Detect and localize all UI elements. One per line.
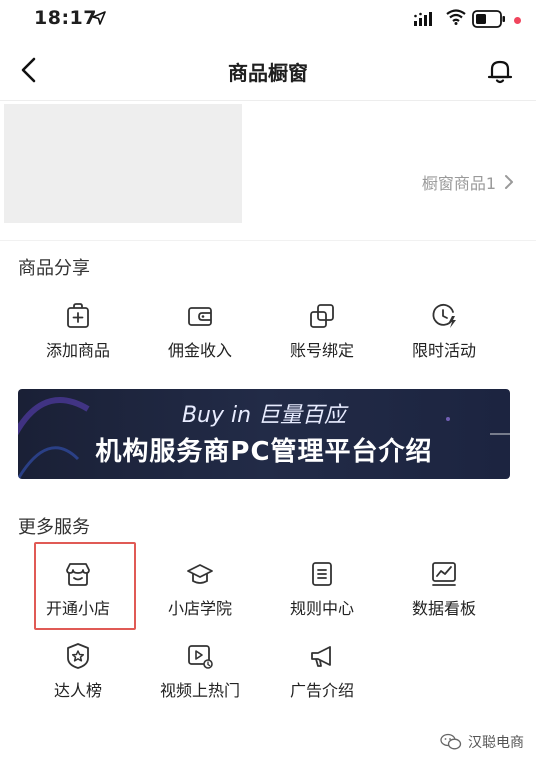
data-dashboard-label: 数据看板 bbox=[411, 599, 476, 618]
notification-button[interactable] bbox=[485, 56, 515, 86]
ad-intro-label: 广告介绍 bbox=[289, 681, 354, 700]
add-product-icon bbox=[67, 303, 89, 328]
rules-center-button[interactable]: 规则中心 bbox=[260, 560, 384, 630]
store-academy-button[interactable]: 小店学院 bbox=[138, 560, 262, 630]
page-title: 商品橱窗 bbox=[228, 61, 308, 85]
annotation-highlight-box bbox=[34, 542, 136, 630]
video-icon bbox=[188, 645, 213, 669]
influencer-rank-label: 达人榜 bbox=[53, 681, 102, 700]
location-arrow-icon bbox=[92, 11, 106, 25]
chevron-right-icon bbox=[505, 175, 513, 189]
limited-time-activity-label: 限时活动 bbox=[411, 341, 476, 360]
wechat-icon bbox=[440, 733, 462, 750]
banner-title: 机构服务商PC管理平台介绍 bbox=[95, 437, 433, 467]
more-services-title: 更多服务 bbox=[18, 517, 90, 538]
product-share-title: 商品分享 bbox=[18, 258, 90, 279]
ad-intro-button[interactable]: 广告介绍 bbox=[260, 642, 384, 712]
megaphone-icon bbox=[311, 646, 331, 667]
add-product-button[interactable]: 添加商品 bbox=[16, 302, 140, 372]
bell-icon bbox=[487, 60, 513, 84]
watermark-text: 汉聪电商 bbox=[468, 735, 524, 751]
commission-income-button[interactable]: 佣金收入 bbox=[138, 302, 262, 372]
notification-dot bbox=[514, 17, 521, 24]
section-divider bbox=[0, 240, 536, 241]
link-icon bbox=[310, 304, 334, 328]
clock-icon bbox=[432, 303, 456, 328]
limited-time-activity-button[interactable]: 限时活动 bbox=[382, 302, 506, 372]
status-bar: 18:17 bbox=[0, 0, 536, 40]
video-trending-button[interactable]: 视频上热门 bbox=[138, 642, 262, 712]
banner-subtitle: Buy in 巨量百应 bbox=[181, 403, 347, 428]
document-icon bbox=[312, 562, 332, 586]
showcase-products-link[interactable]: 橱窗商品1 bbox=[422, 170, 514, 194]
data-dashboard-button[interactable]: 数据看板 bbox=[382, 560, 506, 630]
wifi-icon bbox=[446, 9, 466, 25]
chart-icon bbox=[432, 562, 456, 586]
showcase-products-label: 橱窗商品1 bbox=[421, 174, 496, 193]
add-product-label: 添加商品 bbox=[45, 341, 110, 360]
badge-star-icon bbox=[67, 643, 89, 669]
watermark: 汉聪电商 bbox=[440, 732, 524, 752]
store-academy-label: 小店学院 bbox=[167, 599, 232, 618]
signal-icon bbox=[414, 12, 432, 26]
influencer-rank-button[interactable]: 达人榜 bbox=[16, 642, 140, 712]
rules-center-label: 规则中心 bbox=[289, 599, 354, 618]
commission-income-label: 佣金收入 bbox=[167, 341, 232, 360]
nav-bar: 商品橱窗 bbox=[0, 40, 536, 101]
product-image-placeholder[interactable] bbox=[4, 104, 242, 223]
wallet-icon bbox=[188, 307, 212, 326]
status-time: 18:17 bbox=[34, 7, 97, 29]
video-trending-label: 视频上热门 bbox=[159, 681, 240, 700]
account-binding-label: 账号绑定 bbox=[289, 341, 354, 360]
promo-banner[interactable]: Buy in 巨量百应 机构服务商PC管理平台介绍 bbox=[18, 389, 510, 479]
graduation-cap-icon bbox=[187, 564, 213, 584]
battery-icon bbox=[472, 10, 505, 28]
account-binding-button[interactable]: 账号绑定 bbox=[260, 302, 384, 372]
